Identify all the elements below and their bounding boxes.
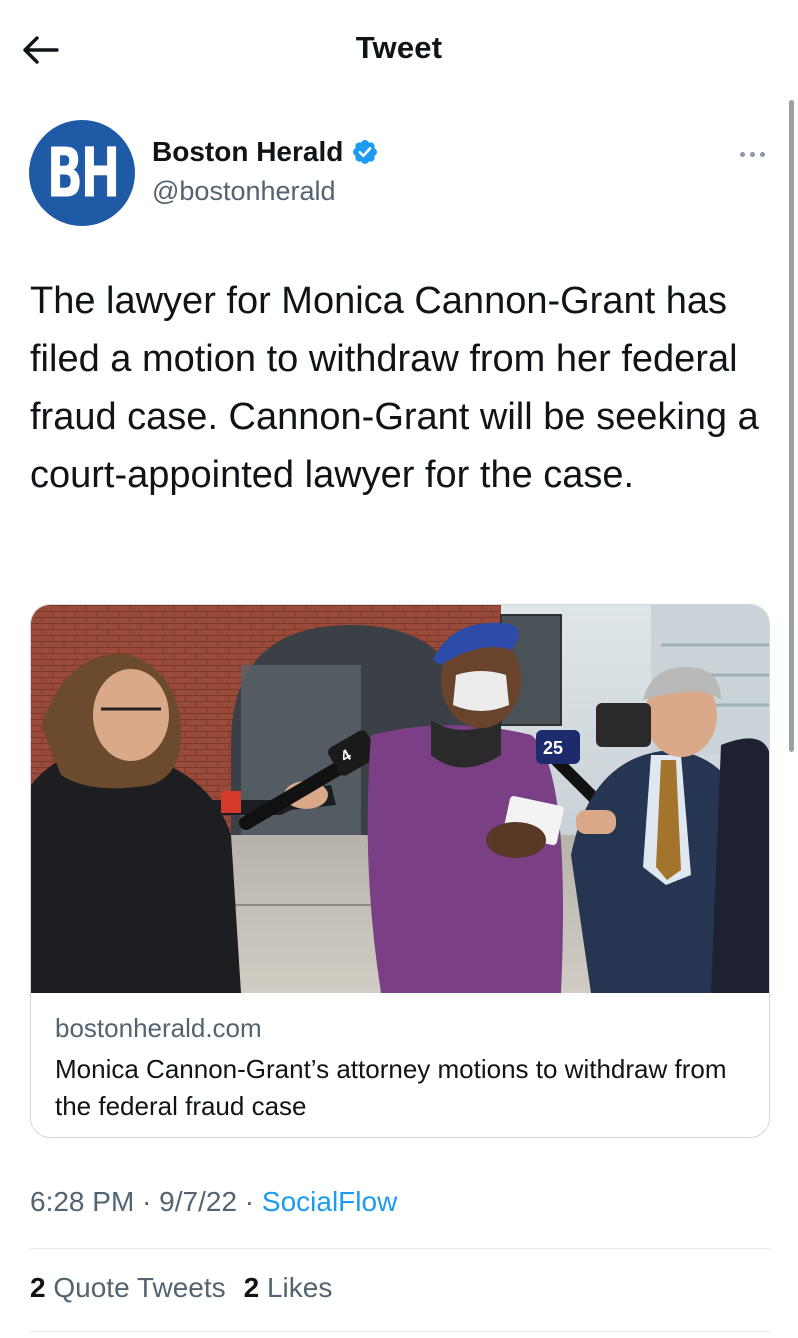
tweet-metadata: 6:28 PM · 9/7/22 · SocialFlow [30,1186,397,1218]
verified-badge-icon [353,140,378,164]
top-bar: Tweet [0,0,798,100]
quote-tweets-label: Quote Tweets [53,1272,226,1303]
author-name-link[interactable]: Boston Herald [152,136,379,168]
card-domain: bostonherald.com [55,1013,262,1043]
tweet-text: The lawyer for Monica Cannon-Grant has f… [30,280,759,496]
quote-tweets-count: 2 [30,1272,46,1303]
engagement-stats: 2 Quote Tweets 2 Likes [30,1272,332,1304]
link-card[interactable]: 4 25 bostonherald.com Monica Cannon-Gran… [30,604,770,1138]
tweet-date: 9/7/22 [159,1186,238,1217]
page-title: Tweet [355,30,443,65]
meta-separator: · [134,1186,160,1217]
quote-tweets-stat[interactable]: 2 Quote Tweets [30,1272,226,1304]
meta-separator: · [237,1186,262,1217]
avatar[interactable]: BH [29,120,135,226]
likes-count: 2 [243,1272,260,1303]
divider [30,1331,770,1332]
more-options-button[interactable] [732,140,772,168]
author-handle[interactable]: @bostonherald [152,176,336,207]
tweet-source-link[interactable]: SocialFlow [262,1186,397,1217]
scrollbar[interactable] [789,100,794,752]
divider [30,1248,770,1249]
card-photo: 4 25 [31,605,769,993]
mic-flag-label-2: 25 [543,738,563,758]
card-image: 4 25 [31,605,769,993]
likes-stat[interactable]: 2 Likes [244,1272,333,1304]
card-title: Monica Cannon-Grant’s attorney motions t… [55,1054,727,1121]
tweet-time: 6:28 PM [30,1186,135,1217]
likes-label: Likes [266,1272,333,1303]
avatar-logo-text: BH [46,132,120,214]
more-horizontal-icon [739,151,745,157]
author-name: Boston Herald [152,136,344,167]
